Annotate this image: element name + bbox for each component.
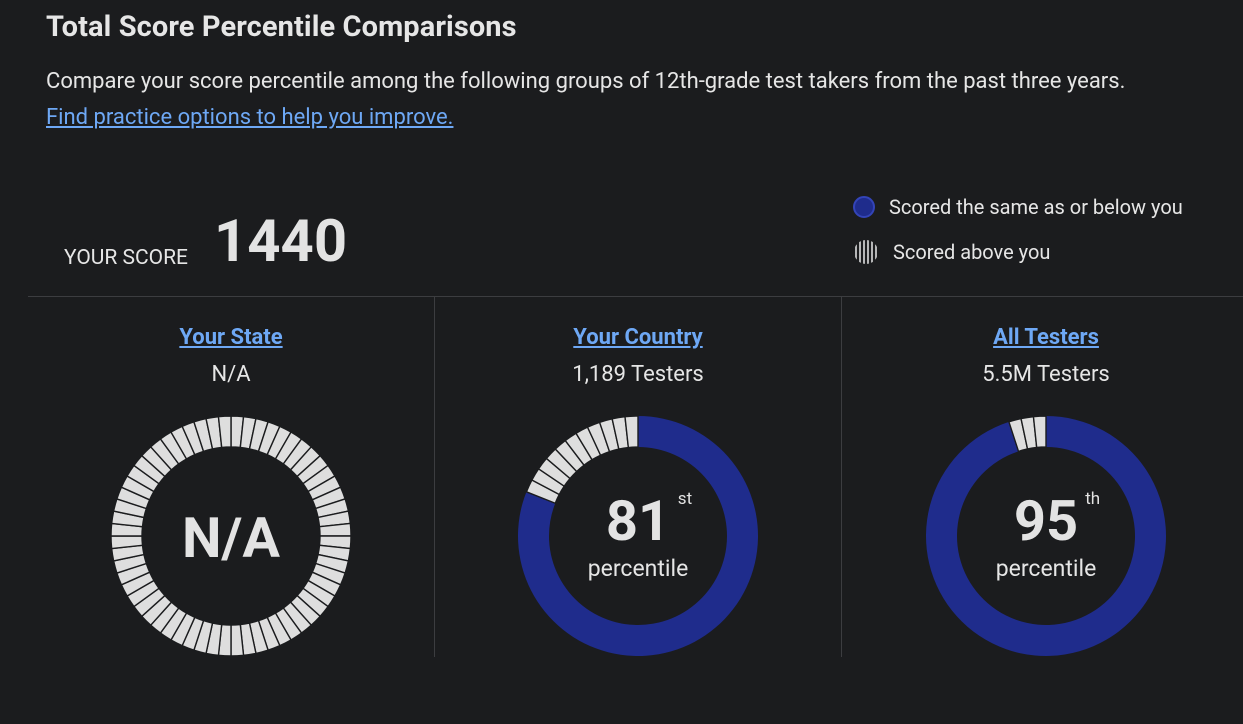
your-country-testers: 1,189 Testers	[572, 362, 704, 387]
percentile-label: percentile	[587, 555, 689, 582]
your-state-testers: N/A	[211, 362, 251, 387]
your-state-link[interactable]: Your State	[179, 325, 282, 350]
legend-above-label: Scored above you	[893, 240, 1051, 264]
legend-above: Scored above you	[853, 239, 1050, 265]
percentile-label: percentile	[995, 555, 1097, 582]
legend-below: Scored the same as or below you	[853, 195, 1183, 219]
percentile-comparison-panel: Total Score Percentile Comparisons Compa…	[0, 0, 1243, 724]
page-title: Total Score Percentile Comparisons	[46, 10, 517, 44]
score-label: YOUR SCORE	[64, 246, 188, 270]
divider	[28, 296, 1243, 297]
percentile-number: 95	[1013, 488, 1079, 554]
all-testers-percentile-value: 95th	[1014, 491, 1100, 550]
striped-circle-icon	[855, 240, 877, 264]
all-testers-link[interactable]: All Testers	[993, 325, 1099, 350]
percentile-number: 81	[605, 488, 671, 554]
percentile-suffix: st	[677, 489, 693, 509]
your-country-percentile: 81st percentile	[587, 491, 692, 583]
your-country-percentile-value: 81st	[606, 491, 692, 550]
column-divider	[841, 297, 842, 657]
all-testers-count: 5.5M Testers	[982, 362, 1110, 387]
practice-options-link[interactable]: Find practice options to help you improv…	[46, 105, 453, 130]
legend-below-label: Scored the same as or below you	[889, 195, 1183, 219]
column-divider	[434, 297, 435, 657]
your-country-link[interactable]: Your Country	[573, 325, 702, 350]
percentile-suffix: th	[1085, 489, 1101, 509]
score-value: 1440	[214, 208, 348, 276]
your-state-na-text: N/A	[182, 505, 280, 571]
solid-circle-icon	[853, 196, 875, 218]
description-text: Compare your score percentile among the …	[46, 69, 1126, 94]
all-testers-percentile: 95th percentile	[995, 491, 1100, 583]
